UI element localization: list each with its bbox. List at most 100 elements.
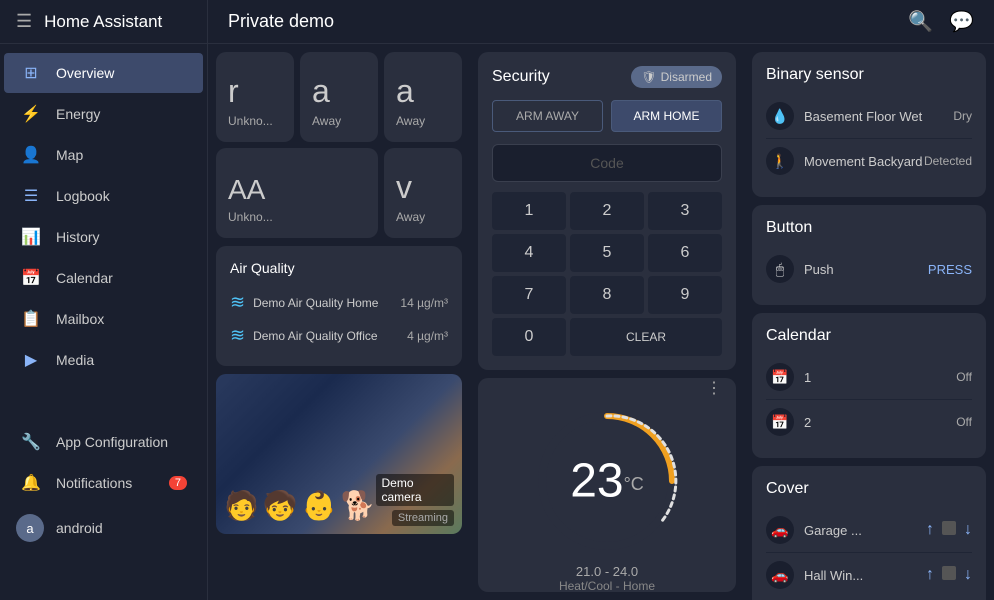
num-btn-7[interactable]: 7 (492, 276, 566, 314)
num-btn-9[interactable]: 9 (648, 276, 722, 314)
num-btn-1[interactable]: 1 (492, 192, 566, 230)
disarmed-label: Disarmed (661, 70, 712, 84)
sidebar-label-mailbox: Mailbox (56, 311, 104, 327)
media-icon: ▶ (20, 350, 42, 370)
code-input[interactable]: Code (492, 144, 722, 182)
cover-arrows-1: ↑ ↓ (926, 566, 972, 584)
sidebar-item-media[interactable]: ▶ Media (4, 340, 203, 380)
cover-card: Cover 🚗 Garage ... ↑ ↓ 🚗 Hall Win... (752, 466, 986, 600)
aq-value-0: 14 µg/m³ (400, 296, 448, 310)
temp-unit: °C (624, 474, 644, 494)
cal-icon-1: 📅 (766, 408, 794, 436)
aq-value-1: 4 µg/m³ (407, 329, 448, 343)
shield-icon: 🛡 (641, 70, 656, 84)
history-icon: 📊 (20, 227, 42, 247)
overview-icon: ⊞ (20, 63, 42, 83)
thermostat-menu-icon[interactable]: ⋮ (706, 378, 722, 398)
cal-row-0: 📅 1 Off (766, 355, 972, 400)
cover-stop-1[interactable] (942, 566, 956, 580)
sidebar-label-history: History (56, 229, 100, 245)
card-1[interactable]: a Away (300, 52, 378, 142)
sidebar-label-notifications: Notifications (56, 475, 132, 491)
num-btn-6[interactable]: 6 (648, 234, 722, 272)
sidebar-item-map[interactable]: 👤 Map (4, 135, 203, 175)
security-panel: Security 🛡 Disarmed ARM AWAY ARM HOME Co… (478, 52, 736, 370)
thermostat-header: ⋮ (492, 378, 722, 398)
cover-up-1[interactable]: ↑ (926, 566, 934, 584)
bs-status-0: Dry (953, 109, 972, 123)
press-button[interactable]: PRESS (928, 262, 972, 277)
sidebar-item-calendar[interactable]: 📅 Calendar (4, 258, 203, 298)
aq-row-1: ≋ Demo Air Quality Office 4 µg/m³ (230, 319, 448, 352)
map-icon: 👤 (20, 145, 42, 165)
card-3[interactable]: AA Unkno... (216, 148, 378, 238)
sidebar-item-logbook[interactable]: ☰ Logbook (4, 176, 203, 216)
sidebar-user[interactable]: a android (0, 504, 207, 552)
left-panel: r Unkno... a Away a Away AA Unkno... (208, 44, 470, 600)
sidebar-item-app-config[interactable]: 🔧 App Configuration (4, 422, 203, 462)
sidebar-item-notifications[interactable]: 🔔 Notifications 7 (4, 463, 203, 503)
temp-value: 23 (570, 454, 623, 507)
camera-card[interactable]: 🧑 🧒 👶 🐕 Demo camera Streaming (216, 374, 462, 534)
cal-row-1: 📅 2 Off (766, 400, 972, 444)
cover-row-0: 🚗 Garage ... ↑ ↓ (766, 508, 972, 553)
sidebar-item-overview[interactable]: ⊞ Overview (4, 53, 203, 93)
num-btn-2[interactable]: 2 (570, 192, 644, 230)
aq-name-1: Demo Air Quality Office (253, 329, 399, 343)
sidebar-item-energy[interactable]: ⚡ Energy (4, 94, 203, 134)
button-card: Button 🖱 Push PRESS (752, 205, 986, 305)
cover-down-0[interactable]: ↓ (964, 521, 972, 539)
sidebar-label-overview: Overview (56, 65, 114, 81)
app-title: Home Assistant (44, 12, 162, 32)
menu-icon[interactable]: ☰ (16, 11, 32, 32)
num-btn-8[interactable]: 8 (570, 276, 644, 314)
cal-name-0: 1 (804, 370, 956, 385)
header-icons: 🔍 💬 (908, 9, 974, 34)
camera-streaming: Streaming (392, 510, 454, 526)
clear-button[interactable]: CLEAR (570, 318, 722, 356)
cover-up-0[interactable]: ↑ (926, 521, 934, 539)
sidebar-label-calendar: Calendar (56, 270, 113, 286)
mailbox-icon: 📋 (20, 309, 42, 329)
cover-down-1[interactable]: ↓ (964, 566, 972, 584)
thermostat-card: ⋮ 23°C 21.0 - 24.0 He (478, 378, 736, 592)
num-btn-4[interactable]: 4 (492, 234, 566, 272)
bs-icon-0: 💧 (766, 102, 794, 130)
calendar-card: Calendar 📅 1 Off 📅 2 Off (752, 313, 986, 458)
card-4[interactable]: v Away (384, 148, 462, 238)
cover-arrows-0: ↑ ↓ (926, 521, 972, 539)
num-btn-5[interactable]: 5 (570, 234, 644, 272)
cover-stop-0[interactable] (942, 521, 956, 535)
arm-home-button[interactable]: ARM HOME (611, 100, 722, 132)
energy-icon: ⚡ (20, 104, 42, 124)
content-area: Private demo 🔍 💬 r Unkno... a Away (208, 0, 994, 600)
btn-icon-0: 🖱 (766, 255, 794, 283)
camera-figures: 🧑 🧒 👶 🐕 (224, 489, 376, 526)
calendar-icon: 📅 (20, 268, 42, 288)
logbook-icon: ☰ (20, 186, 42, 206)
cal-name-1: 2 (804, 415, 956, 430)
num-btn-0[interactable]: 0 (492, 318, 566, 356)
arm-away-button[interactable]: ARM AWAY (492, 100, 603, 132)
sidebar-item-history[interactable]: 📊 History (4, 217, 203, 257)
calendar-card-title: Calendar (766, 327, 972, 345)
sidebar-header: ☰ Home Assistant (0, 0, 207, 44)
chat-icon[interactable]: 💬 (949, 9, 974, 34)
num-btn-3[interactable]: 3 (648, 192, 722, 230)
bs-row-0: 💧 Basement Floor Wet Dry (766, 94, 972, 139)
temp-range: 21.0 - 24.0 (559, 564, 655, 579)
sidebar-item-mailbox[interactable]: 📋 Mailbox (4, 299, 203, 339)
aq-icon-0: ≋ (230, 292, 245, 313)
cover-row-1: 🚗 Hall Win... ↑ ↓ (766, 553, 972, 597)
sidebar-label-logbook: Logbook (56, 188, 110, 204)
numpad: 1 2 3 4 5 6 7 8 9 0 CLEAR (492, 192, 722, 356)
card-0[interactable]: r Unkno... (216, 52, 294, 142)
main-content: Private demo 🔍 💬 r Unkno... a Away (208, 0, 994, 600)
cal-status-0: Off (956, 370, 972, 384)
search-icon[interactable]: 🔍 (908, 9, 933, 34)
bs-row-1: 🚶 Movement Backyard Detected (766, 139, 972, 183)
notifications-icon: 🔔 (20, 473, 42, 493)
air-quality-title: Air Quality (230, 260, 448, 276)
card-2[interactable]: a Away (384, 52, 462, 142)
disarmed-badge: 🛡 Disarmed (631, 66, 722, 88)
